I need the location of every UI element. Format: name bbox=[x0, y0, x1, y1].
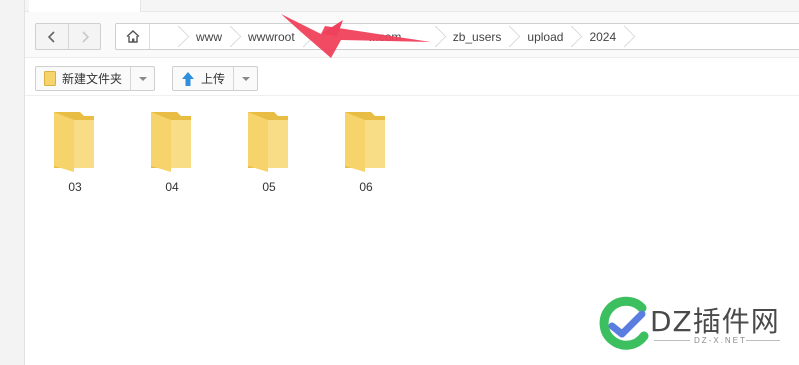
folder-item[interactable]: 06 bbox=[334, 110, 398, 194]
chevron-left-icon bbox=[47, 30, 55, 43]
caret-down-icon bbox=[241, 76, 250, 81]
folder-name: 06 bbox=[359, 180, 373, 194]
new-folder-dropdown[interactable] bbox=[130, 67, 154, 90]
breadcrumb: www wwwroot ...com zb_users upload 2024 bbox=[115, 23, 799, 50]
caret-down-icon bbox=[138, 76, 147, 81]
watermark: DZ插件网 DZ-X.NET bbox=[598, 290, 788, 360]
forward-button[interactable] bbox=[68, 24, 100, 49]
upload-label: 上传 bbox=[201, 72, 226, 86]
folder-item[interactable]: 05 bbox=[237, 110, 301, 194]
folder-icon bbox=[44, 71, 56, 86]
watermark-rule-left bbox=[654, 340, 690, 341]
active-tab[interactable] bbox=[29, 0, 141, 12]
breadcrumb-item[interactable]: www bbox=[182, 24, 234, 49]
breadcrumb-item[interactable]: zb_users bbox=[439, 24, 514, 49]
folder-icon bbox=[345, 112, 385, 172]
breadcrumb-item[interactable]: wwwroot bbox=[234, 24, 307, 49]
home-icon bbox=[126, 30, 139, 43]
folder-icon bbox=[248, 112, 288, 172]
dz-logo-icon bbox=[599, 296, 649, 350]
breadcrumb-item[interactable]: 2024 bbox=[575, 24, 628, 49]
nav-buttons bbox=[35, 23, 101, 50]
back-button[interactable] bbox=[36, 24, 68, 49]
folder-icon bbox=[54, 112, 94, 172]
watermark-subtitle: DZ-X.NET bbox=[694, 336, 747, 345]
new-folder-button[interactable]: 新建文件夹 bbox=[35, 66, 156, 91]
folder-name: 03 bbox=[68, 180, 82, 194]
breadcrumb-root[interactable] bbox=[150, 24, 182, 49]
folder-icon bbox=[151, 112, 191, 172]
tab-strip bbox=[25, 0, 799, 12]
toolbar: 新建文件夹 上传 bbox=[25, 58, 799, 96]
watermark-rule-right bbox=[746, 340, 780, 341]
folder-name: 04 bbox=[165, 180, 179, 194]
upload-arrow-icon bbox=[182, 71, 194, 86]
chevron-right-icon bbox=[81, 30, 89, 43]
upload-dropdown[interactable] bbox=[233, 67, 257, 90]
new-folder-label: 新建文件夹 bbox=[62, 72, 123, 86]
upload-main[interactable]: 上传 bbox=[173, 67, 233, 90]
folder-item[interactable]: 03 bbox=[43, 110, 107, 194]
upload-button[interactable]: 上传 bbox=[172, 66, 259, 91]
new-folder-main[interactable]: 新建文件夹 bbox=[36, 67, 130, 90]
address-bar: www wwwroot ...com zb_users upload 2024 bbox=[25, 12, 799, 58]
folder-item[interactable]: 04 bbox=[140, 110, 204, 194]
home-button[interactable] bbox=[116, 24, 150, 49]
watermark-title: DZ插件网 bbox=[650, 305, 780, 338]
folder-name: 05 bbox=[262, 180, 276, 194]
breadcrumb-item[interactable]: upload bbox=[513, 24, 575, 49]
breadcrumb-item[interactable]: ...com bbox=[307, 24, 439, 49]
